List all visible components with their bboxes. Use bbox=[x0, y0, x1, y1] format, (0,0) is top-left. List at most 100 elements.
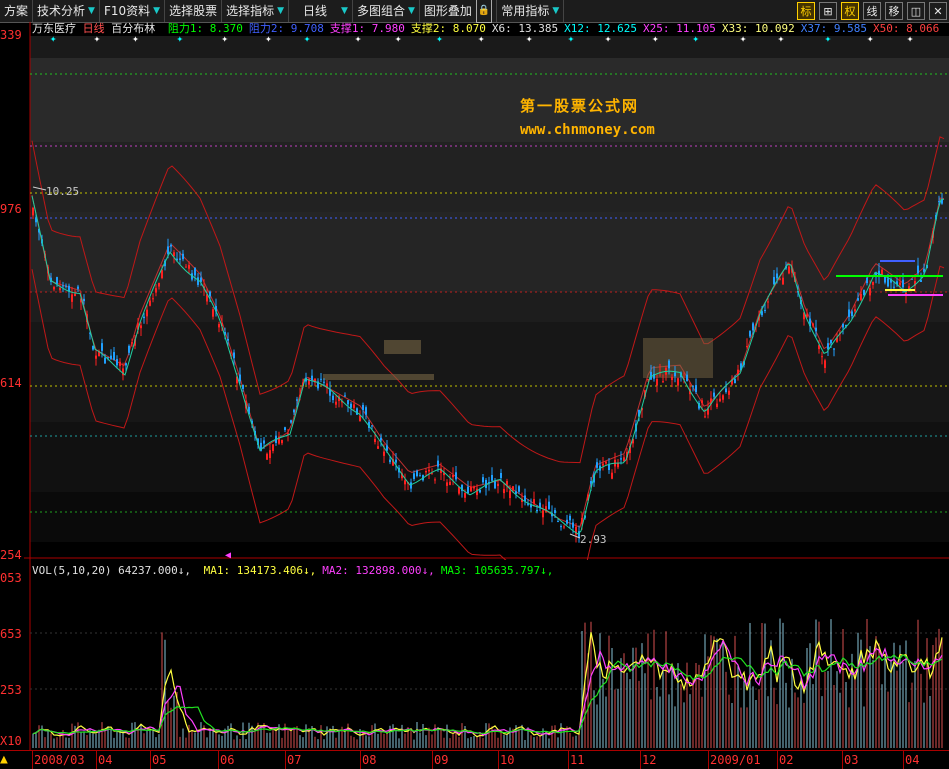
candle-body bbox=[353, 404, 355, 408]
cursor-marker: ◀ bbox=[225, 550, 231, 560]
candle-body bbox=[902, 280, 904, 288]
candle-body bbox=[854, 309, 856, 311]
warning-triangle-icon[interactable]: ▲ bbox=[0, 752, 8, 767]
candle-body bbox=[323, 382, 325, 383]
candle-body bbox=[233, 352, 235, 358]
candle-body bbox=[485, 480, 487, 488]
price-chart[interactable]: ✦✦✦✦✦✦✦✦✦✦✦✦✦✦✦✦✦✦✦✦✦✦◀ bbox=[0, 22, 949, 560]
price-axis-label: 976 bbox=[0, 202, 24, 216]
candle-body bbox=[563, 526, 565, 527]
candle-body bbox=[53, 287, 55, 289]
candle-body bbox=[515, 491, 517, 494]
candle-body bbox=[65, 286, 67, 287]
volume-axis-label: 653 bbox=[0, 627, 24, 641]
candle-body bbox=[560, 526, 562, 527]
close-icon[interactable]: ✕ bbox=[929, 2, 947, 20]
legend-item: X37: 9.585 bbox=[801, 22, 867, 35]
candle-body bbox=[830, 340, 832, 343]
date-axis-tick bbox=[568, 751, 569, 769]
date-axis-label: 02 bbox=[779, 753, 793, 767]
candle-body bbox=[848, 309, 850, 316]
candle-body bbox=[764, 310, 766, 311]
candle-body bbox=[899, 283, 901, 286]
volume-chart[interactable] bbox=[0, 560, 949, 750]
menu-f10[interactable]: F10资料▼ bbox=[100, 0, 165, 22]
date-axis-tick bbox=[432, 751, 433, 769]
candle-body bbox=[863, 290, 865, 295]
line-button[interactable]: 线 bbox=[863, 2, 881, 20]
candle-body bbox=[350, 404, 352, 408]
candle-body bbox=[209, 292, 211, 297]
candle-body bbox=[671, 377, 673, 380]
candle-body bbox=[779, 279, 781, 280]
date-axis-label: 12 bbox=[642, 753, 656, 767]
candle-body bbox=[320, 379, 322, 380]
dropdown-arrow-icon: ▼ bbox=[88, 0, 95, 22]
date-axis-label: 2009/01 bbox=[710, 753, 761, 767]
volume-unit: X10 bbox=[0, 734, 24, 748]
candle-body bbox=[857, 298, 859, 300]
candle-body bbox=[548, 502, 550, 510]
candle-body bbox=[143, 317, 145, 318]
dropdown-arrow-icon: ▼ bbox=[341, 0, 348, 22]
candle-body bbox=[449, 482, 451, 485]
candle-body bbox=[290, 420, 292, 422]
candle-body bbox=[491, 475, 493, 481]
volume-ma3-line bbox=[33, 655, 942, 734]
date-axis-tick bbox=[285, 751, 286, 769]
candle-body bbox=[713, 393, 715, 397]
candle-body bbox=[782, 278, 784, 285]
volume-value: 64237.000 bbox=[118, 564, 178, 577]
candle-body bbox=[767, 301, 769, 302]
candle-body bbox=[62, 285, 64, 286]
candle-body bbox=[293, 410, 295, 413]
move-button[interactable]: 移 bbox=[885, 2, 903, 20]
dropdown-arrow-icon: ▼ bbox=[277, 0, 284, 22]
menu-select-indicator[interactable]: 选择指标▼ bbox=[222, 0, 289, 22]
candle-body bbox=[194, 268, 196, 275]
candle-body bbox=[362, 405, 364, 410]
window-icon[interactable]: ◫ bbox=[907, 2, 925, 20]
legend-item: X25: 11.105 bbox=[643, 22, 716, 35]
candle-body bbox=[437, 461, 439, 467]
candle-body bbox=[452, 475, 454, 477]
legend-item: 支撑2: 8.070 bbox=[411, 22, 486, 35]
legend-item: X12: 12.625 bbox=[564, 22, 637, 35]
price-axis-label: 254 bbox=[0, 548, 24, 562]
menu-multi-chart[interactable]: 多图组合▼ bbox=[353, 0, 420, 22]
menu-period[interactable]: 日线▼ bbox=[289, 0, 353, 22]
candle-body bbox=[242, 385, 244, 389]
candle-body bbox=[542, 510, 544, 517]
menu-select-stock[interactable]: 选择股票 bbox=[165, 0, 222, 22]
lock-icon[interactable]: 🔒 bbox=[476, 0, 492, 23]
rights-button[interactable]: 权 bbox=[841, 2, 859, 20]
candle-body bbox=[860, 294, 862, 300]
candle-body bbox=[272, 444, 274, 451]
candle-body bbox=[119, 362, 121, 366]
menu-tech-analysis[interactable]: 技术分析▼ bbox=[33, 0, 100, 22]
menu-overlay[interactable]: 图形叠加🔒 bbox=[420, 0, 497, 22]
candle-body bbox=[77, 287, 79, 289]
candle-body bbox=[482, 477, 484, 482]
period-label: 日线 bbox=[83, 22, 105, 35]
legend-item: X6: 13.385 bbox=[492, 22, 558, 35]
menu-scheme[interactable]: 方案 bbox=[0, 0, 33, 22]
candle-body bbox=[596, 462, 598, 468]
candle-body bbox=[788, 267, 790, 274]
date-axis-tick bbox=[498, 751, 499, 769]
candle-body bbox=[917, 266, 919, 274]
candle-body bbox=[506, 481, 508, 485]
candle-body bbox=[263, 440, 265, 443]
grid-icon[interactable]: ⊞ bbox=[819, 2, 837, 20]
candle-body bbox=[554, 510, 556, 513]
candle-body bbox=[74, 294, 76, 296]
mark-button[interactable]: 标 bbox=[797, 2, 815, 20]
candle-body bbox=[569, 516, 571, 521]
candle-body bbox=[110, 356, 112, 359]
candle-body bbox=[773, 277, 775, 284]
menu-common-indicator[interactable]: 常用指标▼ bbox=[497, 0, 564, 22]
stock-name: 万东医疗 bbox=[32, 22, 76, 35]
price-axis-label: 339 bbox=[0, 28, 24, 42]
candle-body bbox=[383, 452, 385, 456]
candle-body bbox=[677, 378, 679, 385]
